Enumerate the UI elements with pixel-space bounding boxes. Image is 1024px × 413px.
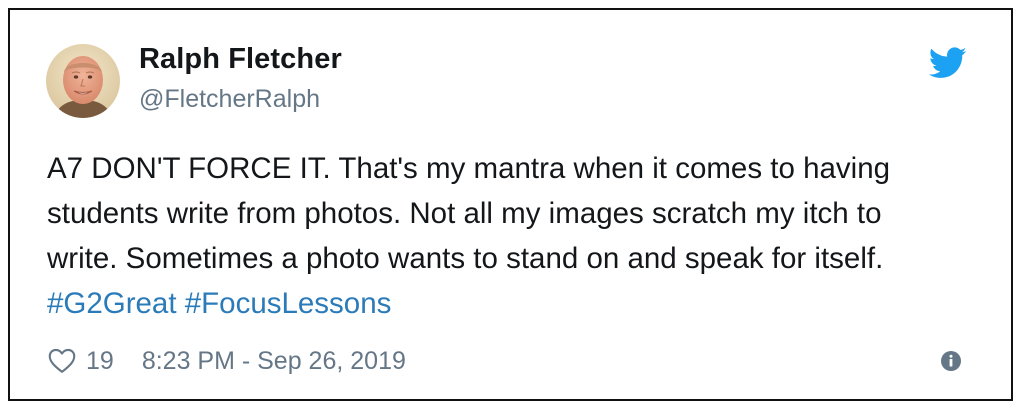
author-display-name[interactable]: Ralph Fletcher xyxy=(139,43,342,76)
hashtag-link-focuslessons[interactable]: #FocusLessons xyxy=(185,287,392,320)
tweet-footer: 19 8:23 PM - Sep 26, 2019 xyxy=(48,345,406,377)
tweet-line: write. Sometimes a photo wants to stand … xyxy=(47,242,884,275)
like-count: 19 xyxy=(86,346,114,375)
tweet-card: Ralph Fletcher @FletcherRalph A7 DON'T F… xyxy=(8,8,1013,401)
info-icon[interactable] xyxy=(940,350,962,372)
avatar[interactable] xyxy=(46,44,120,118)
author-handle[interactable]: @FletcherRalph xyxy=(139,85,320,114)
hashtag-link-g2great[interactable]: #G2Great xyxy=(47,287,177,320)
tweet-text: A7 DON'T FORCE IT. That's my mantra when… xyxy=(47,146,997,326)
tweet-line: students write from photos. Not all my i… xyxy=(47,197,882,230)
tweet-timestamp[interactable]: 8:23 PM - Sep 26, 2019 xyxy=(142,347,406,376)
heart-icon[interactable] xyxy=(48,348,76,374)
avatar-image xyxy=(46,44,120,118)
hashtag-line: #G2Great #FocusLessons xyxy=(47,281,997,326)
twitter-bird-icon[interactable] xyxy=(929,47,967,79)
tweet-line: A7 DON'T FORCE IT. That's my mantra when… xyxy=(47,152,891,185)
